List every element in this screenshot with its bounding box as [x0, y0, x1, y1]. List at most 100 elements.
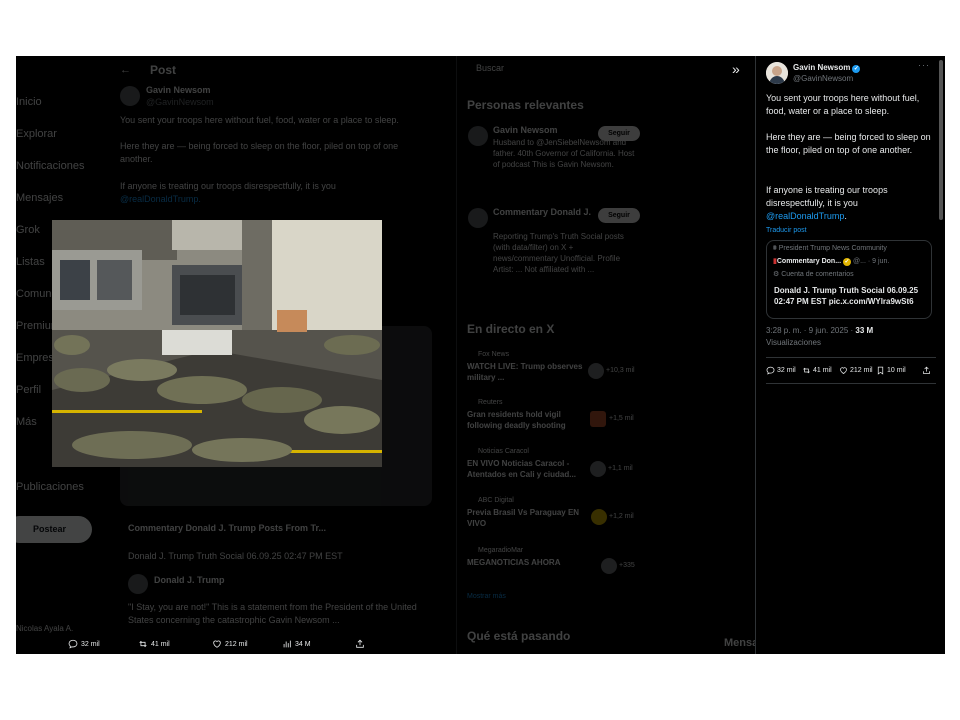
scrollbar[interactable] — [939, 60, 943, 220]
follow-button-1[interactable]: Seguir — [598, 126, 640, 141]
bg-quote-title[interactable]: Commentary Donald J. Trump Posts From Tr… — [128, 522, 326, 535]
bottom-repost-button[interactable]: 41 mil — [138, 639, 170, 649]
relevant-name-2[interactable]: Commentary Donald J. — [493, 206, 591, 219]
show-more-link[interactable]: Mostrar más — [467, 590, 506, 603]
robot-icon: ⚙ — [773, 271, 780, 278]
nav-lists[interactable]: Listas — [16, 256, 45, 268]
trending-header: Qué está pasando — [467, 629, 571, 643]
more-options-icon[interactable]: ··· — [918, 60, 930, 70]
bottom-reply-button[interactable]: 32 mil — [68, 639, 100, 649]
bottom-views-button[interactable]: 34 M — [282, 639, 311, 649]
nav-explore[interactable]: Explorar — [16, 128, 57, 140]
bg-mention[interactable]: @realDonaldTrump. — [120, 193, 201, 206]
relevant-avatar-2[interactable] — [468, 208, 488, 228]
share-icon — [923, 366, 930, 374]
reply-icon — [766, 366, 775, 375]
quote-author-name: Commentary Don... — [776, 258, 842, 265]
quote-community-text: President Trump News Community — [778, 245, 887, 252]
live-source-4: ABC Digital — [478, 497, 514, 504]
post-button[interactable]: Postear — [16, 516, 92, 543]
bookmark-button[interactable]: 10 mil — [876, 366, 906, 375]
header-title: Post — [150, 63, 177, 77]
bg-reply-avatar[interactable] — [128, 574, 148, 594]
author-avatar-image — [766, 62, 788, 84]
live-source-3: Noticias Caracol — [478, 448, 529, 455]
author-name-text: Gavin Newsom — [793, 63, 851, 72]
search-input-bg[interactable]: Buscar — [476, 62, 504, 75]
live-source-2: Reuters — [478, 399, 503, 406]
mention-link[interactable]: @realDonaldTrump — [766, 211, 844, 221]
quote-author[interactable]: ▮Commentary Don... ✓ @... · 9 jun. — [773, 257, 889, 266]
nav-posts[interactable]: Publicaciones — [16, 481, 84, 493]
tweet-paragraph-2: Here they are — being forced to sleep on… — [766, 132, 931, 155]
follow-button-2[interactable]: Seguir — [598, 208, 640, 223]
author-handle[interactable]: @GavinNewsom — [793, 74, 853, 83]
relevant-bio-1: Husband to @JenSiebelNewsom and father. … — [493, 138, 635, 169]
nav-home[interactable]: Inicio — [16, 96, 42, 108]
author-avatar-bg[interactable] — [120, 86, 140, 106]
author-avatar[interactable] — [766, 62, 788, 84]
views-icon — [283, 640, 291, 648]
share-button[interactable] — [922, 366, 931, 375]
live-thumb-5 — [601, 558, 617, 574]
collapse-panel-icon[interactable]: » — [732, 62, 746, 76]
tweet-photo[interactable] — [52, 220, 382, 467]
bg-paragraph-2: Here they are — being forced to sleep on… — [120, 141, 399, 164]
quote-meta: @... · 9 jun. — [853, 258, 890, 265]
tweet-timestamp[interactable]: 3:28 p. m. · 9 jun. 2025 · 33 M — [766, 326, 873, 335]
relevant-avatar-1[interactable] — [468, 126, 488, 146]
live-title-5[interactable]: MEGANOTICIAS AHORA — [467, 557, 587, 568]
author-handle-bg[interactable]: @GavinNewsom — [146, 96, 214, 109]
live-count-5: +335 — [619, 562, 635, 569]
back-arrow-icon[interactable]: ← — [120, 64, 131, 76]
translate-link[interactable]: Traducir post — [766, 227, 807, 234]
column-divider — [456, 56, 457, 654]
app-viewport: Inicio Explorar Notificaciones Mensajes … — [16, 56, 945, 654]
live-source-1: Fox News — [478, 351, 510, 358]
bottom-like-button[interactable]: 212 mil — [212, 639, 248, 649]
live-count-4: +1,2 mil — [609, 513, 634, 520]
bg-reply-name[interactable]: Donald J. Trump — [154, 574, 225, 587]
account-switcher[interactable]: Nicolas Ayala A. — [16, 622, 73, 635]
repost-count: 41 mil — [813, 367, 832, 374]
nav-notifications[interactable]: Notificaciones — [16, 160, 84, 172]
bookmark-count: 10 mil — [887, 367, 906, 374]
quote-community[interactable]: ⩩ President Trump News Community — [773, 245, 887, 253]
tweet-views-count: 33 M — [855, 326, 874, 335]
tweet-paragraph-3-end: . — [844, 211, 847, 221]
live-title-1[interactable]: WATCH LIVE: Trump observes military ... — [467, 361, 587, 383]
live-thumb-3 — [590, 461, 606, 477]
live-title-2[interactable]: Gran residents hold vigil following dead… — [467, 409, 587, 431]
like-button[interactable]: 212 mil — [839, 366, 873, 375]
tweet-paragraph-3: If anyone is treating our troops disresp… — [766, 184, 936, 223]
bg-quote-text: Donald J. Trump Truth Social 06.09.25 02… — [128, 551, 343, 561]
nav-profile[interactable]: Perfil — [16, 384, 41, 396]
nav-more[interactable]: Más — [16, 416, 37, 428]
quote-account-type: ⚙ Cuenta de comentarios — [773, 270, 854, 278]
soldiers-sleeping-image — [52, 220, 382, 467]
bottom-share-button[interactable] — [355, 639, 365, 649]
quote-verified-icon: ✓ — [843, 258, 852, 266]
quote-text: Donald J. Trump Truth Social 06.09.25 02… — [774, 286, 919, 306]
live-thumb-1 — [588, 363, 604, 379]
tweet-paragraph-3-text: If anyone is treating our troops disresp… — [766, 185, 888, 208]
live-count-1: +10,3 mil — [606, 367, 635, 374]
heart-icon — [840, 367, 847, 374]
reply-icon — [68, 639, 78, 649]
reply-button[interactable]: 32 mil — [766, 366, 796, 375]
repost-icon — [803, 367, 810, 374]
live-title-3[interactable]: EN VIVO Noticias Caracol - Atentados en … — [467, 458, 587, 480]
bg-paragraph-1: You sent your troops here without fuel, … — [120, 115, 399, 125]
tweet-detail-panel: Gavin Newsom ✓ @GavinNewsom ··· You sent … — [755, 56, 945, 654]
nav-grok[interactable]: Grok — [16, 224, 40, 236]
nav-messages[interactable]: Mensajes — [16, 192, 63, 204]
quote-card[interactable]: ⩩ President Trump News Community ▮Commen… — [766, 240, 932, 319]
relevant-name-1[interactable]: Gavin Newsom — [493, 124, 558, 137]
repost-button[interactable]: 41 mil — [802, 366, 832, 375]
live-count-3: +1,1 mil — [608, 465, 633, 472]
divider — [766, 357, 936, 358]
bottom-reply-count: 32 mil — [81, 640, 100, 648]
author-name[interactable]: Gavin Newsom ✓ — [793, 63, 861, 73]
live-title-4[interactable]: Previa Brasil Vs Paraguay EN VIVO — [467, 507, 587, 529]
live-source-5: MegaradioMar — [478, 547, 524, 554]
